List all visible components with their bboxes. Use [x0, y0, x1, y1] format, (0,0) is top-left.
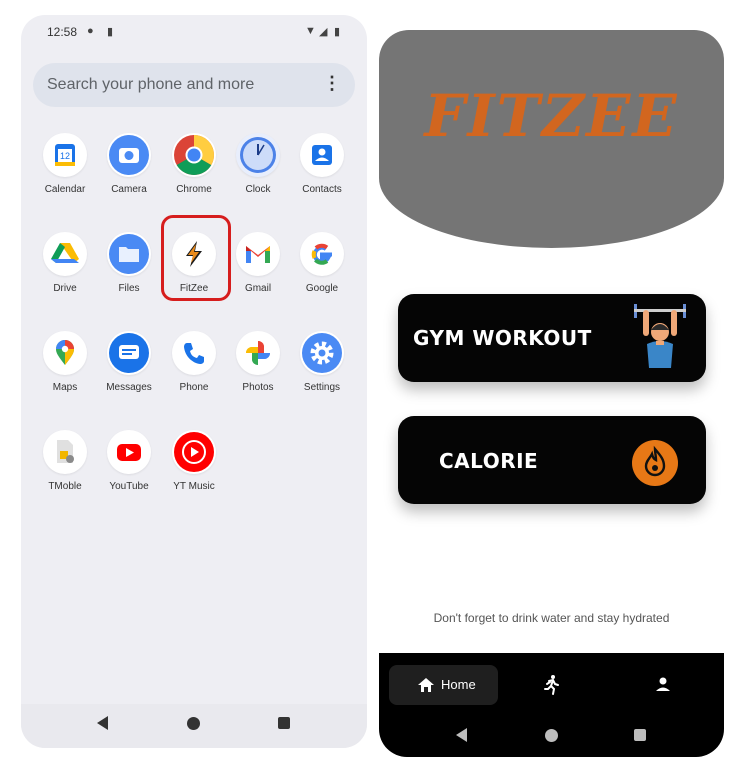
- calendar-day: 12: [60, 151, 70, 161]
- app-maps[interactable]: Maps: [33, 331, 97, 393]
- running-icon: [544, 675, 559, 695]
- app-gmail[interactable]: Gmail: [226, 232, 290, 294]
- files-icon: [107, 232, 151, 276]
- fitzee-highlight-outline: [161, 215, 231, 301]
- home-icon[interactable]: [187, 717, 200, 730]
- home-icon[interactable]: [545, 729, 558, 742]
- camera-icon: [107, 133, 151, 177]
- back-icon[interactable]: [456, 728, 467, 742]
- app-label: Files: [118, 283, 140, 294]
- maps-icon: [43, 331, 87, 375]
- tab-profile[interactable]: [651, 665, 675, 705]
- screenshot-stage: 12:58 ● ▮ ▼ ◢ ▮ Search your phone and mo…: [0, 0, 748, 762]
- app-drive[interactable]: Drive: [33, 232, 97, 294]
- contacts-icon: [300, 133, 344, 177]
- app-label: Google: [305, 283, 339, 294]
- back-icon[interactable]: [97, 716, 108, 730]
- app-clock[interactable]: Clock: [226, 133, 290, 195]
- app-photos[interactable]: Photos: [226, 331, 290, 393]
- signal-icon: ◢: [319, 26, 328, 38]
- app-contacts[interactable]: Contacts: [290, 133, 354, 195]
- messages-icon: [107, 331, 151, 375]
- clock-icon: [236, 133, 280, 177]
- app-yt-music[interactable]: YT Music: [162, 430, 226, 492]
- bottom-navigation: Home: [379, 653, 724, 757]
- app-phone[interactable]: Phone: [162, 331, 226, 393]
- app-messages[interactable]: Messages: [97, 331, 161, 393]
- settings-icon: [300, 331, 344, 375]
- calorie-card[interactable]: CALORIE: [398, 416, 706, 504]
- more-options-icon[interactable]: ⋮: [323, 73, 341, 94]
- app-label: Camera: [111, 184, 147, 195]
- yt-music-icon: [172, 430, 216, 474]
- home-icon: [418, 678, 434, 692]
- search-input[interactable]: Search your phone and more: [47, 76, 254, 94]
- app-label: Clock: [245, 184, 271, 195]
- app-drawer-screen: 12:58 ● ▮ ▼ ◢ ▮ Search your phone and mo…: [21, 15, 367, 748]
- app-tmoble[interactable]: TMoble: [33, 430, 97, 492]
- app-google[interactable]: Google: [290, 232, 354, 294]
- youtube-icon: [107, 430, 151, 474]
- app-youtube[interactable]: YouTube: [97, 430, 161, 492]
- app-label: Phone: [179, 382, 209, 393]
- flame-icon: [632, 440, 678, 486]
- phone-icon: [172, 331, 216, 375]
- app-label: Drive: [53, 283, 77, 294]
- fitzee-logo: FITZEE: [424, 82, 679, 150]
- fitzee-app-screen: FITZEE GYM WORKOUT CALORIE Don't forget …: [379, 30, 724, 757]
- drive-icon: [43, 232, 87, 276]
- app-calendar[interactable]: 12 Calendar: [33, 133, 97, 195]
- search-bar[interactable]: Search your phone and more ⋮: [33, 63, 355, 107]
- app-label: Calendar: [44, 184, 86, 195]
- notification-icon: ●: [87, 25, 94, 37]
- status-time: 12:58: [47, 25, 78, 39]
- calendar-icon: 12: [43, 133, 87, 177]
- photos-icon: [236, 331, 280, 375]
- google-icon: [300, 232, 344, 276]
- app-label: Messages: [106, 382, 152, 393]
- tab-home-label: Home: [441, 677, 476, 692]
- app-label: Gmail: [244, 283, 272, 294]
- app-label: YT Music: [173, 481, 215, 492]
- wifi-icon: ▼: [305, 25, 316, 37]
- gmail-icon: [236, 232, 280, 276]
- app-label: Chrome: [176, 184, 212, 195]
- app-settings[interactable]: Settings: [290, 331, 354, 393]
- gym-workout-title: GYM WORKOUT: [413, 326, 592, 350]
- tmobile-icon: [43, 430, 87, 474]
- system-nav-bar: [21, 704, 367, 748]
- status-bar: 12:58 ● ▮ ▼ ◢ ▮: [21, 15, 367, 49]
- calorie-title: CALORIE: [439, 449, 539, 473]
- app-files[interactable]: Files: [97, 232, 161, 294]
- header-banner: FITZEE: [379, 30, 724, 248]
- weightlifter-icon: [634, 304, 686, 368]
- app-label: Settings: [303, 382, 341, 393]
- app-label: YouTube: [109, 481, 149, 492]
- app-label: Contacts: [302, 184, 342, 195]
- sd-card-icon: ▮: [107, 26, 114, 38]
- hydration-hint: Don't forget to drink water and stay hyd…: [433, 611, 670, 625]
- recents-icon[interactable]: [634, 729, 646, 741]
- recents-icon[interactable]: [278, 717, 290, 729]
- app-camera[interactable]: Camera: [97, 133, 161, 195]
- profile-icon: [656, 677, 670, 691]
- gym-workout-card[interactable]: GYM WORKOUT: [398, 294, 706, 382]
- app-label: Photos: [242, 382, 274, 393]
- tab-activity[interactable]: [539, 665, 563, 705]
- app-label: Maps: [52, 382, 78, 393]
- chrome-icon: [172, 133, 216, 177]
- tab-home[interactable]: Home: [389, 665, 498, 705]
- battery-icon: ▮: [334, 26, 341, 38]
- app-label: TMoble: [48, 481, 82, 492]
- app-chrome[interactable]: Chrome: [162, 133, 226, 195]
